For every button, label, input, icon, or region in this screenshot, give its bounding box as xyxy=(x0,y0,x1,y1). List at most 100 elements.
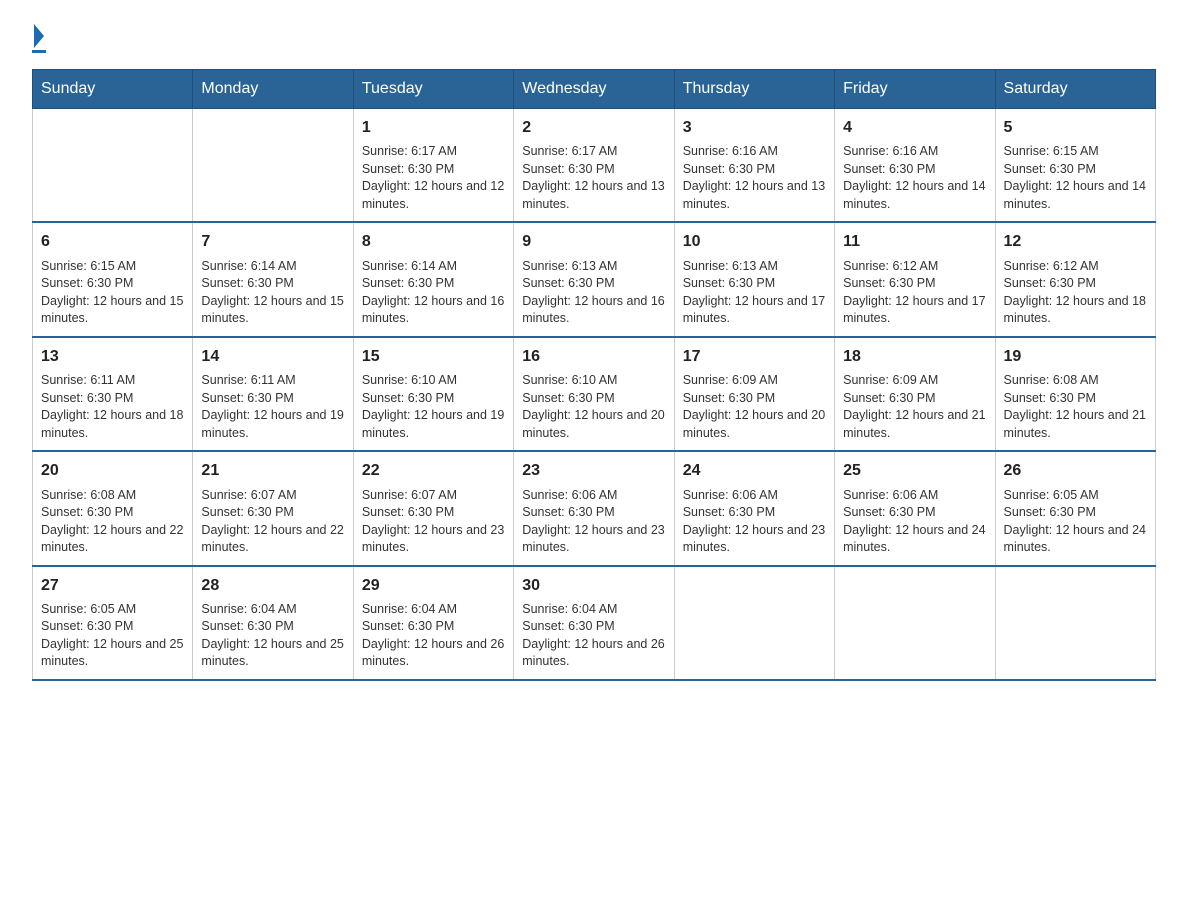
day-info: Sunrise: 6:14 AMSunset: 6:30 PMDaylight:… xyxy=(201,258,344,328)
day-info: Sunrise: 6:17 AMSunset: 6:30 PMDaylight:… xyxy=(522,143,665,213)
day-number: 30 xyxy=(522,575,665,597)
day-number: 10 xyxy=(683,231,826,253)
logo-triangle-icon xyxy=(34,24,44,48)
day-info: Sunrise: 6:08 AMSunset: 6:30 PMDaylight:… xyxy=(41,487,184,557)
calendar-cell: 1 Sunrise: 6:17 AMSunset: 6:30 PMDaylight… xyxy=(353,109,513,223)
day-number: 3 xyxy=(683,117,826,139)
calendar-cell: 6 Sunrise: 6:15 AMSunset: 6:30 PMDaylight… xyxy=(33,222,193,336)
calendar-week-4: 20 Sunrise: 6:08 AMSunset: 6:30 PMDayligh… xyxy=(33,451,1156,565)
day-number: 24 xyxy=(683,460,826,482)
calendar-cell: 17Sunrise: 6:09 AMSunset: 6:30 PMDayligh… xyxy=(674,337,834,451)
calendar-table: SundayMondayTuesdayWednesdayThursdayFrid… xyxy=(32,69,1156,681)
calendar-week-5: 27 Sunrise: 6:05 AMSunset: 6:30 PMDayligh… xyxy=(33,566,1156,680)
day-info: Sunrise: 6:05 AMSunset: 6:30 PMDaylight:… xyxy=(41,601,184,671)
day-info: Sunrise: 6:06 AMSunset: 6:30 PMDaylight:… xyxy=(843,487,986,557)
calendar-cell: 30 Sunrise: 6:04 AMSunset: 6:30 PMDayligh… xyxy=(514,566,674,680)
calendar-cell: 21 Sunrise: 6:07 AMSunset: 6:30 PMDayligh… xyxy=(193,451,353,565)
calendar-cell xyxy=(835,566,995,680)
weekday-header-saturday: Saturday xyxy=(995,70,1155,109)
day-number: 1 xyxy=(362,117,505,139)
calendar-cell: 19Sunrise: 6:08 AMSunset: 6:30 PMDayligh… xyxy=(995,337,1155,451)
weekday-header-tuesday: Tuesday xyxy=(353,70,513,109)
calendar-cell: 16 Sunrise: 6:10 AMSunset: 6:30 PMDayligh… xyxy=(514,337,674,451)
calendar-cell: 3 Sunrise: 6:16 AMSunset: 6:30 PMDaylight… xyxy=(674,109,834,223)
day-number: 20 xyxy=(41,460,184,482)
day-number: 16 xyxy=(522,346,665,368)
day-info: Sunrise: 6:14 AMSunset: 6:30 PMDaylight:… xyxy=(362,258,505,328)
day-info: Sunrise: 6:05 AMSunset: 6:30 PMDaylight:… xyxy=(1004,487,1147,557)
calendar-cell: 11Sunrise: 6:12 AMSunset: 6:30 PMDayligh… xyxy=(835,222,995,336)
day-info: Sunrise: 6:12 AMSunset: 6:30 PMDaylight:… xyxy=(1004,258,1147,328)
calendar-cell: 26 Sunrise: 6:05 AMSunset: 6:30 PMDayligh… xyxy=(995,451,1155,565)
weekday-header-wednesday: Wednesday xyxy=(514,70,674,109)
day-info: Sunrise: 6:16 AMSunset: 6:30 PMDaylight:… xyxy=(683,143,826,213)
day-number: 5 xyxy=(1004,117,1147,139)
calendar-cell xyxy=(995,566,1155,680)
day-number: 14 xyxy=(201,346,344,368)
calendar-cell: 15 Sunrise: 6:10 AMSunset: 6:30 PMDayligh… xyxy=(353,337,513,451)
day-number: 22 xyxy=(362,460,505,482)
day-number: 2 xyxy=(522,117,665,139)
calendar-cell: 9 Sunrise: 6:13 AMSunset: 6:30 PMDaylight… xyxy=(514,222,674,336)
day-info: Sunrise: 6:07 AMSunset: 6:30 PMDaylight:… xyxy=(362,487,505,557)
day-number: 7 xyxy=(201,231,344,253)
day-number: 27 xyxy=(41,575,184,597)
calendar-cell: 22 Sunrise: 6:07 AMSunset: 6:30 PMDayligh… xyxy=(353,451,513,565)
day-number: 26 xyxy=(1004,460,1147,482)
calendar-cell: 13 Sunrise: 6:11 AMSunset: 6:30 PMDayligh… xyxy=(33,337,193,451)
day-info: Sunrise: 6:07 AMSunset: 6:30 PMDaylight:… xyxy=(201,487,344,557)
calendar-cell: 4 Sunrise: 6:16 AMSunset: 6:30 PMDaylight… xyxy=(835,109,995,223)
page-header xyxy=(32,24,1156,53)
calendar-cell: 14 Sunrise: 6:11 AMSunset: 6:30 PMDayligh… xyxy=(193,337,353,451)
day-number: 25 xyxy=(843,460,986,482)
calendar-week-3: 13 Sunrise: 6:11 AMSunset: 6:30 PMDayligh… xyxy=(33,337,1156,451)
day-info: Sunrise: 6:04 AMSunset: 6:30 PMDaylight:… xyxy=(362,601,505,671)
day-info: Sunrise: 6:15 AMSunset: 6:30 PMDaylight:… xyxy=(41,258,184,328)
day-info: Sunrise: 6:17 AMSunset: 6:30 PMDaylight:… xyxy=(362,143,505,213)
day-number: 21 xyxy=(201,460,344,482)
day-info: Sunrise: 6:10 AMSunset: 6:30 PMDaylight:… xyxy=(362,372,505,442)
weekday-header-thursday: Thursday xyxy=(674,70,834,109)
day-number: 4 xyxy=(843,117,986,139)
day-number: 13 xyxy=(41,346,184,368)
calendar-cell xyxy=(193,109,353,223)
day-number: 28 xyxy=(201,575,344,597)
day-number: 23 xyxy=(522,460,665,482)
calendar-cell: 10 Sunrise: 6:13 AMSunset: 6:30 PMDayligh… xyxy=(674,222,834,336)
day-number: 8 xyxy=(362,231,505,253)
day-info: Sunrise: 6:11 AMSunset: 6:30 PMDaylight:… xyxy=(201,372,344,442)
day-info: Sunrise: 6:09 AMSunset: 6:30 PMDaylight:… xyxy=(683,372,826,442)
weekday-header-monday: Monday xyxy=(193,70,353,109)
weekday-header-row: SundayMondayTuesdayWednesdayThursdayFrid… xyxy=(33,70,1156,109)
calendar-cell: 5 Sunrise: 6:15 AMSunset: 6:30 PMDaylight… xyxy=(995,109,1155,223)
calendar-cell: 8 Sunrise: 6:14 AMSunset: 6:30 PMDaylight… xyxy=(353,222,513,336)
calendar-cell: 24 Sunrise: 6:06 AMSunset: 6:30 PMDayligh… xyxy=(674,451,834,565)
day-number: 9 xyxy=(522,231,665,253)
weekday-header-friday: Friday xyxy=(835,70,995,109)
day-info: Sunrise: 6:06 AMSunset: 6:30 PMDaylight:… xyxy=(683,487,826,557)
day-info: Sunrise: 6:11 AMSunset: 6:30 PMDaylight:… xyxy=(41,372,184,442)
day-number: 15 xyxy=(362,346,505,368)
day-info: Sunrise: 6:15 AMSunset: 6:30 PMDaylight:… xyxy=(1004,143,1147,213)
calendar-cell: 18Sunrise: 6:09 AMSunset: 6:30 PMDayligh… xyxy=(835,337,995,451)
day-info: Sunrise: 6:16 AMSunset: 6:30 PMDaylight:… xyxy=(843,143,986,213)
logo-underline xyxy=(32,50,46,53)
calendar-cell: 28Sunrise: 6:04 AMSunset: 6:30 PMDayligh… xyxy=(193,566,353,680)
calendar-cell xyxy=(33,109,193,223)
day-info: Sunrise: 6:04 AMSunset: 6:30 PMDaylight:… xyxy=(522,601,665,671)
calendar-cell: 25 Sunrise: 6:06 AMSunset: 6:30 PMDayligh… xyxy=(835,451,995,565)
calendar-cell: 12Sunrise: 6:12 AMSunset: 6:30 PMDayligh… xyxy=(995,222,1155,336)
day-number: 29 xyxy=(362,575,505,597)
logo xyxy=(32,24,46,53)
day-info: Sunrise: 6:09 AMSunset: 6:30 PMDaylight:… xyxy=(843,372,986,442)
day-info: Sunrise: 6:08 AMSunset: 6:30 PMDaylight:… xyxy=(1004,372,1147,442)
calendar-cell: 7 Sunrise: 6:14 AMSunset: 6:30 PMDaylight… xyxy=(193,222,353,336)
calendar-cell xyxy=(674,566,834,680)
day-info: Sunrise: 6:10 AMSunset: 6:30 PMDaylight:… xyxy=(522,372,665,442)
day-info: Sunrise: 6:06 AMSunset: 6:30 PMDaylight:… xyxy=(522,487,665,557)
day-info: Sunrise: 6:13 AMSunset: 6:30 PMDaylight:… xyxy=(683,258,826,328)
calendar-cell: 2 Sunrise: 6:17 AMSunset: 6:30 PMDaylight… xyxy=(514,109,674,223)
day-number: 6 xyxy=(41,231,184,253)
day-info: Sunrise: 6:13 AMSunset: 6:30 PMDaylight:… xyxy=(522,258,665,328)
calendar-cell: 20 Sunrise: 6:08 AMSunset: 6:30 PMDayligh… xyxy=(33,451,193,565)
